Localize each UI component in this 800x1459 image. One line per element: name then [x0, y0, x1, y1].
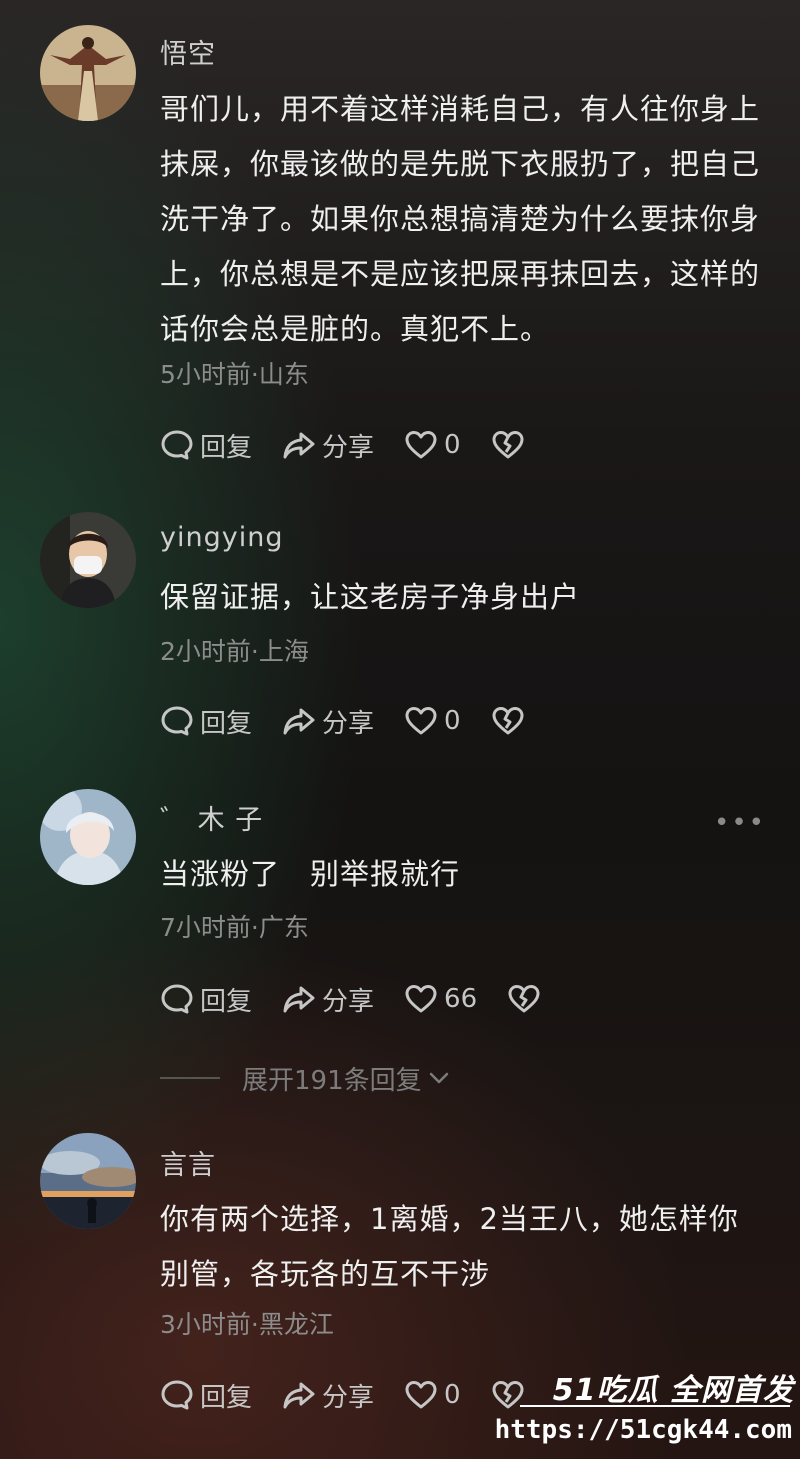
dislike-button[interactable] — [491, 428, 525, 462]
broken-heart-icon — [492, 707, 524, 735]
heart-icon — [405, 985, 437, 1013]
comment-text: 你有两个选择，1离婚，2当王八，她怎样你别管，各玩各的互不干涉 — [160, 1202, 739, 1291]
comment-actions: 回复 分享 0 — [160, 701, 555, 741]
like-button[interactable]: 0 — [404, 428, 461, 462]
like-count: 0 — [444, 430, 461, 460]
comment-meta: 5小时前·山东 — [160, 360, 309, 389]
comment-actions: 回复 分享 0 — [160, 425, 555, 465]
avatar[interactable] — [40, 512, 136, 608]
avatar[interactable] — [40, 789, 136, 885]
watermark-divider — [520, 1405, 790, 1407]
expand-replies-label: 展开191条回复 — [242, 1065, 422, 1096]
reply-label: 回复 — [200, 432, 253, 463]
comment-meta: 3小时前·黑龙江 — [160, 1310, 334, 1339]
avatar[interactable] — [40, 25, 136, 121]
reply-button[interactable]: 回复 — [160, 981, 252, 1018]
expand-replies-button[interactable]: 展开191条回复 — [160, 1058, 452, 1098]
avatar[interactable] — [40, 1133, 136, 1229]
comment-text: 当涨粉了 别举报就行 — [160, 857, 461, 891]
comment-bubble-icon — [161, 430, 193, 460]
share-button[interactable]: 分享 — [282, 427, 374, 464]
watermark: 51吃瓜 全网首发 https://51cgk44.com — [495, 1359, 800, 1459]
heart-icon — [405, 1381, 437, 1409]
comment-bubble-icon — [161, 706, 193, 736]
like-button[interactable]: 0 — [404, 1378, 461, 1412]
like-button[interactable]: 66 — [404, 982, 477, 1016]
broken-heart-icon — [492, 431, 524, 459]
username[interactable]: 悟空 — [160, 32, 216, 71]
comment-actions: 回复 分享 66 — [160, 979, 571, 1019]
dislike-button[interactable] — [491, 704, 525, 738]
username[interactable]: 言言 — [160, 1143, 216, 1182]
like-count: 66 — [444, 984, 478, 1014]
comment-meta: 2小时前·上海 — [160, 637, 309, 666]
share-arrow-icon — [283, 708, 315, 735]
share-button[interactable]: 分享 — [282, 981, 374, 1018]
comment-meta: 7小时前·广东 — [160, 913, 309, 942]
reply-button[interactable]: 回复 — [160, 1377, 252, 1414]
share-button[interactable]: 分享 — [282, 1377, 374, 1414]
reply-label: 回复 — [200, 1382, 253, 1413]
share-label: 分享 — [322, 986, 375, 1017]
reply-button[interactable]: 回复 — [160, 427, 252, 464]
username[interactable]: ゛ 木 子 — [160, 798, 263, 837]
share-label: 分享 — [322, 708, 375, 739]
heart-icon — [405, 431, 437, 459]
heart-icon — [405, 707, 437, 735]
share-arrow-icon — [283, 1382, 315, 1409]
comment-text: 哥们儿，用不着这样消耗自己，有人往你身上抹屎，你最该做的是先脱下衣服扔了，把自己… — [160, 92, 761, 346]
share-label: 分享 — [322, 1382, 375, 1413]
more-options-button[interactable]: ••• — [714, 808, 766, 838]
share-arrow-icon — [283, 986, 315, 1013]
reply-label: 回复 — [200, 708, 253, 739]
comment-text: 保留证据，让这老房子净身出户 — [160, 580, 581, 614]
like-count: 0 — [444, 1380, 461, 1410]
like-count: 0 — [444, 706, 461, 736]
comment-bubble-icon — [161, 1380, 193, 1410]
share-arrow-icon — [283, 432, 315, 459]
divider — [160, 1077, 220, 1079]
reply-button[interactable]: 回复 — [160, 703, 252, 740]
username[interactable]: yingying — [160, 522, 283, 553]
watermark-url: https://51cgk44.com — [494, 1415, 792, 1445]
chevron-down-icon — [429, 1072, 448, 1084]
comment-bubble-icon — [161, 984, 193, 1014]
reply-label: 回复 — [200, 986, 253, 1017]
like-button[interactable]: 0 — [404, 704, 461, 738]
watermark-logo: 51吃瓜 全网首发 — [552, 1373, 794, 1408]
share-button[interactable]: 分享 — [282, 703, 374, 740]
dislike-button[interactable] — [507, 982, 541, 1016]
comment-actions: 回复 分享 0 — [160, 1375, 555, 1415]
share-label: 分享 — [322, 432, 375, 463]
broken-heart-icon — [508, 985, 540, 1013]
